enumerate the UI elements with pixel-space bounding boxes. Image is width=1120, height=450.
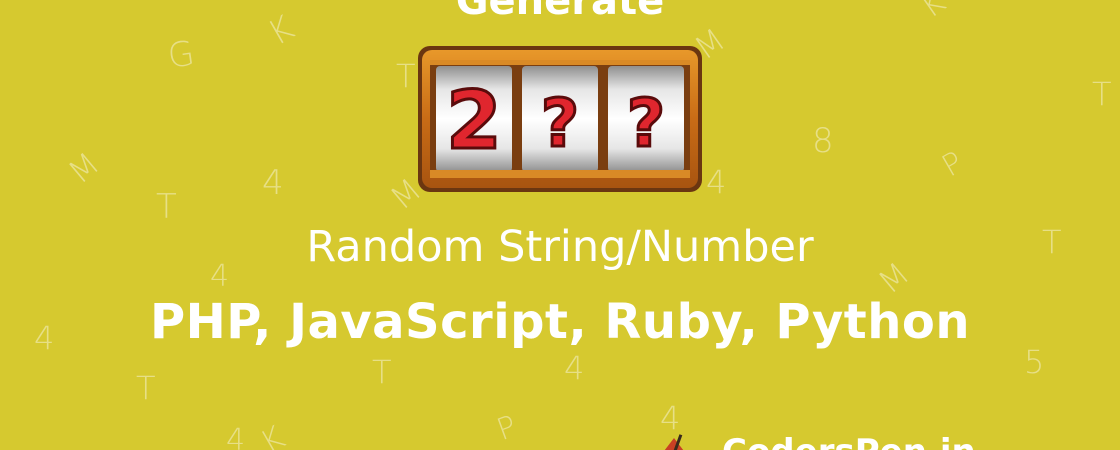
bg-letter: T [396, 57, 416, 95]
bg-letter: 4 [262, 163, 284, 203]
subtitle-random-string: Random String/Number [306, 222, 814, 272]
bg-letter: 4 [706, 163, 727, 201]
bg-letter: T [136, 369, 156, 407]
bg-letter: K [253, 418, 292, 450]
title-generate: Generate [455, 0, 665, 24]
reel-3: ? [627, 85, 665, 162]
logo-mark-icon [664, 434, 684, 450]
reel-1: 2 [446, 74, 502, 167]
bg-letter: G [165, 33, 198, 77]
bg-letter: M [61, 144, 107, 192]
bg-letter: T [156, 187, 177, 227]
bg-letter: T [372, 353, 392, 391]
reel-2: ? [541, 85, 579, 162]
bg-letter: 4 [660, 399, 681, 437]
languages-line: PHP, JavaScript, Ruby, Python [149, 294, 971, 350]
bg-letter: 4 [564, 349, 585, 387]
bg-letter: 4 [226, 423, 246, 450]
bg-letter: T [1092, 75, 1112, 113]
banner: G K T M T M 4 M T 4 8 P T 4 4 M 4 T T 4 … [0, 0, 1120, 450]
logo-text: CodersPen.in [722, 432, 976, 450]
bg-letter: 5 [1024, 343, 1045, 381]
brand-logo: CodersPen.in [640, 432, 1060, 450]
bg-letter: P [936, 144, 970, 185]
bg-letter: P [492, 408, 522, 449]
slot-machine-icon: 2 ? ? [418, 46, 702, 192]
bg-letter: 8 [812, 121, 834, 161]
